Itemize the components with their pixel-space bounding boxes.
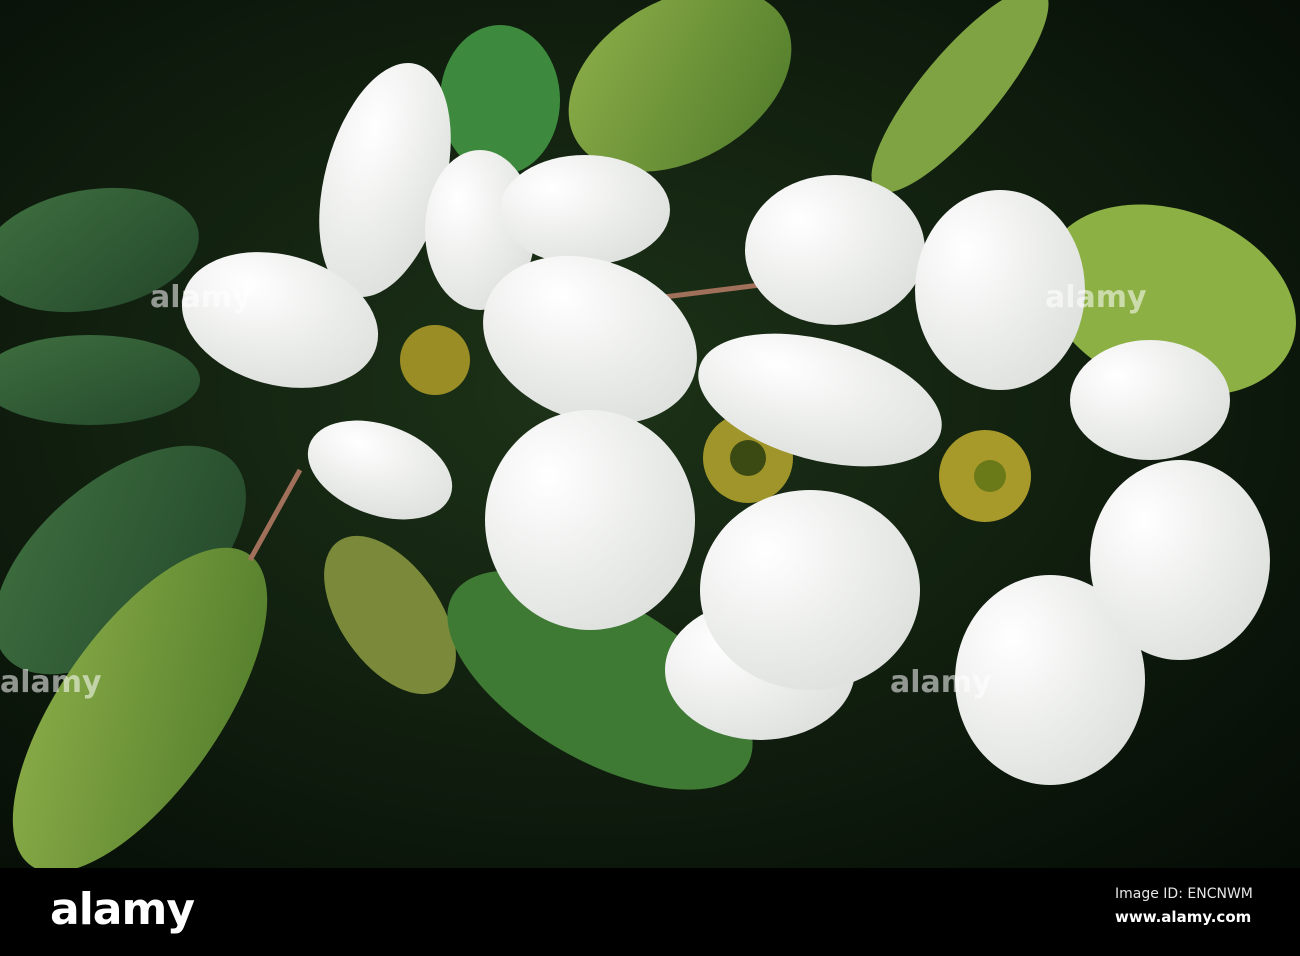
watermark: alamy	[1045, 280, 1147, 315]
footer-bar: alamy Image ID: ENCNWM www.alamy.com	[0, 868, 1300, 956]
watermark: alamy	[890, 665, 992, 700]
alamy-logo: alamy	[50, 884, 195, 935]
watermark: alamy	[150, 280, 252, 315]
watermark: alamy	[0, 665, 102, 700]
site-url: www.alamy.com	[1115, 908, 1252, 926]
flower-photo	[0, 0, 1300, 868]
image-id: Image ID: ENCNWM	[1115, 886, 1253, 902]
